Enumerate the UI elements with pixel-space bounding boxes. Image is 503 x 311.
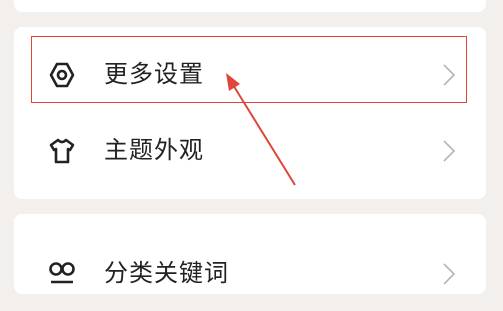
tags-icon — [49, 262, 75, 284]
chevron-right-icon — [443, 64, 456, 86]
menu-item-category-keywords[interactable]: 分类关键词 — [14, 235, 486, 311]
menu-item-theme[interactable]: 主题外观 — [14, 112, 486, 188]
settings-card: 更多设置 主题外观 — [14, 27, 486, 199]
chevron-right-icon — [443, 263, 456, 285]
menu-item-more-settings[interactable]: 更多设置 — [14, 36, 486, 112]
settings-card-top — [14, 0, 486, 12]
menu-item-label: 分类关键词 — [104, 259, 229, 287]
menu-item-label: 更多设置 — [104, 60, 204, 88]
settings-card-bottom: 分类关键词 — [14, 214, 486, 294]
shirt-icon — [49, 138, 75, 164]
chevron-right-icon — [443, 140, 456, 162]
gear-icon — [49, 62, 75, 88]
menu-item-label: 主题外观 — [104, 136, 204, 164]
